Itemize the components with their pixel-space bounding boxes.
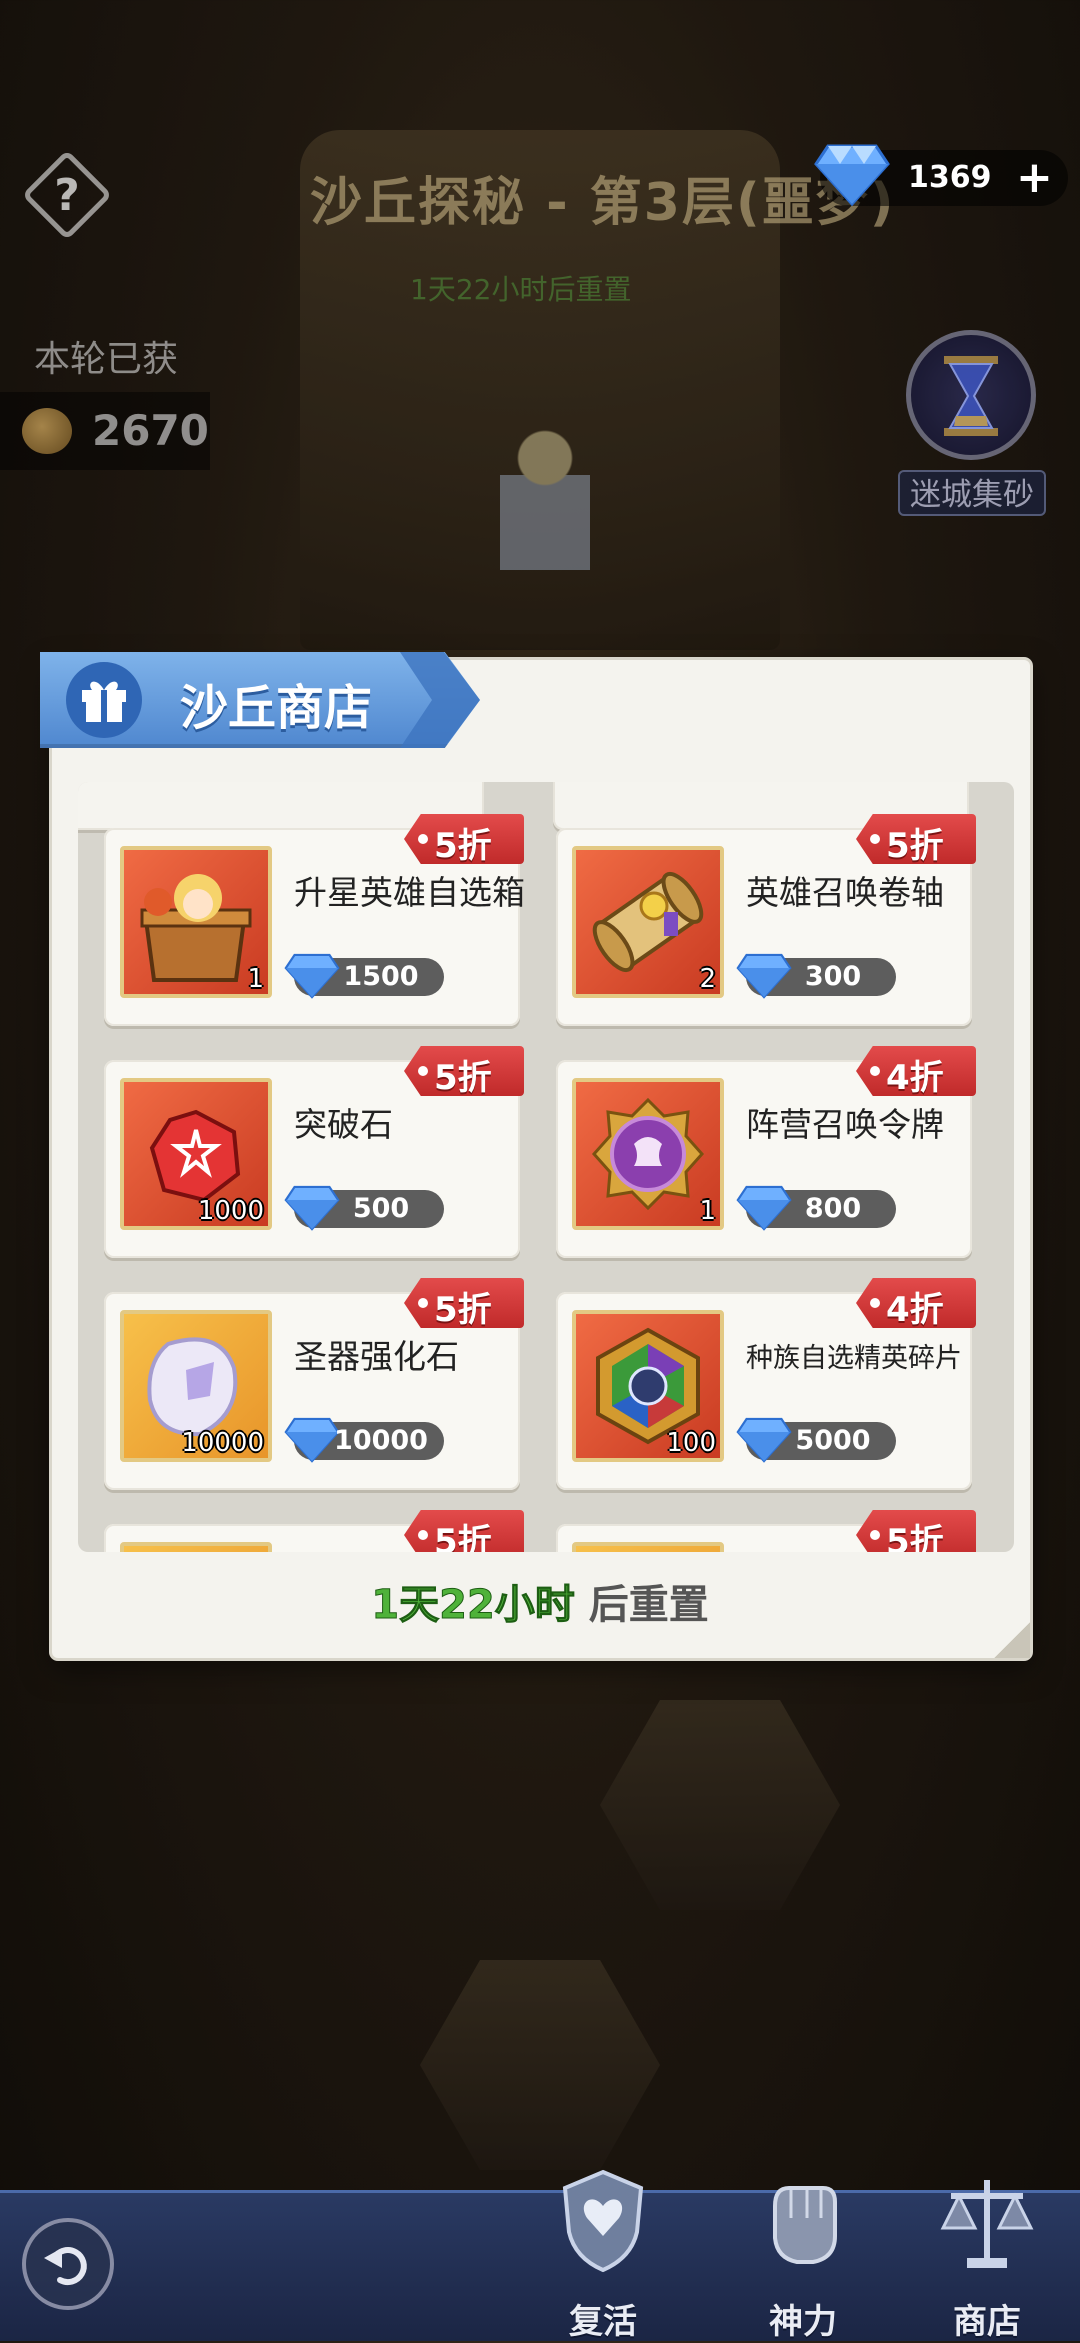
fist-icon <box>753 2166 853 2276</box>
item-quantity: 100 <box>666 1428 716 1458</box>
discount-badge: 4折 <box>856 1278 976 1330</box>
discount-badge: 5折 <box>404 1510 524 1552</box>
coin-icon <box>22 408 72 454</box>
item-quantity: 1000 <box>197 1196 264 1226</box>
discount-text: 4折 <box>886 1290 944 1330</box>
item-thumbnail: 1 <box>572 1078 724 1230</box>
shop-card[interactable]: 100 种族自选精英碎片 5000 4折 <box>556 1278 976 1490</box>
shop-reset-timer: 1天22小时 后重置 <box>0 1572 1080 1630</box>
shop-card[interactable]: 1000 突破石 500 5折 <box>104 1046 524 1258</box>
hero-chest-icon <box>140 874 252 982</box>
tag-hole <box>870 1066 880 1076</box>
nav-revive-label: 复活 <box>569 2302 637 2342</box>
reset-time-value: 1天22小时 <box>371 1582 575 1629</box>
shop-card[interactable]: 10000 圣器强化石 10000 5折 <box>104 1278 524 1490</box>
discount-text: 5折 <box>434 1290 492 1330</box>
discount-badge: 5折 <box>404 1046 524 1098</box>
item-thumbnail: 100 <box>572 1310 724 1462</box>
tag-hole <box>870 834 880 844</box>
help-button[interactable]: ? <box>21 149 113 241</box>
item-quantity: 2 <box>699 964 716 994</box>
add-gems-button[interactable]: + <box>1016 152 1053 203</box>
back-button[interactable] <box>22 2218 114 2310</box>
item-price: 800 <box>804 1193 862 1224</box>
nav-shop[interactable]: 商店 <box>912 2166 1062 2342</box>
tag-hole <box>870 1530 880 1540</box>
gift-icon <box>66 662 142 738</box>
nav-shop-label: 商店 <box>953 2302 1021 2342</box>
question-mark: ? <box>54 169 80 221</box>
back-arrow-icon <box>44 2247 87 2285</box>
item-name: 突破石 <box>294 1105 393 1144</box>
faction-token-icon <box>591 1097 705 1211</box>
buy-price-button[interactable]: 10000 <box>284 1417 444 1463</box>
buy-price-button[interactable]: 300 <box>736 953 896 999</box>
round-coins: 2670 <box>0 392 210 470</box>
discount-text: 5折 <box>434 1058 492 1098</box>
shop-header: 沙丘商店 <box>40 652 480 748</box>
shop-card[interactable]: 2 英雄召唤卷轴 300 5折 <box>556 814 976 1026</box>
item-name: 圣器强化石 <box>294 1337 459 1376</box>
discount-badge: 5折 <box>856 814 976 866</box>
item-price: 500 <box>352 1193 410 1224</box>
tag-hole <box>418 1298 428 1308</box>
scale-icon <box>937 2166 1037 2276</box>
shop-item-grid[interactable]: 1 升星英雄自选箱 1500 5折 2 英雄召唤卷轴 300 5折 1000 突… <box>78 782 1014 1552</box>
item-thumbnail <box>120 1542 272 1552</box>
shop-card[interactable]: 5折 <box>104 1510 524 1552</box>
buy-price-button[interactable]: 1500 <box>284 953 444 999</box>
reset-suffix: 后重置 <box>588 1582 709 1628</box>
nav-power[interactable]: 神力 <box>728 2166 878 2342</box>
item-price: 300 <box>804 961 862 992</box>
item-thumbnail: 1000 <box>120 1078 272 1230</box>
shop-card[interactable]: 5折 <box>556 1510 976 1552</box>
tag-hole <box>418 1530 428 1540</box>
coin-amount: 2670 <box>92 406 209 455</box>
item-price: 10000 <box>334 1425 428 1456</box>
discount-text: 5折 <box>434 1522 492 1552</box>
stage-reset-timer: 1天22小时后重置 <box>410 273 632 306</box>
item-price: 5000 <box>795 1425 871 1456</box>
sand-collection-button[interactable]: 迷城集砂 <box>898 330 1048 520</box>
discount-text: 5折 <box>886 826 944 866</box>
item-price: 1500 <box>343 961 419 992</box>
hourglass-icon <box>944 356 998 436</box>
nav-revive[interactable]: 复活 <box>528 2166 678 2342</box>
buy-price-button[interactable]: 5000 <box>736 1417 896 1463</box>
discount-text: 4折 <box>886 1058 944 1098</box>
discount-badge: 5折 <box>404 814 524 866</box>
item-thumbnail: 2 <box>572 846 724 998</box>
discount-badge: 5折 <box>404 1278 524 1330</box>
item-name: 英雄召唤卷轴 <box>746 873 944 912</box>
discount-text: 5折 <box>434 826 492 866</box>
item-quantity: 1 <box>247 964 264 994</box>
item-quantity: 10000 <box>181 1428 264 1458</box>
item-name: 种族自选精英碎片 <box>746 1343 962 1374</box>
item-thumbnail <box>572 1542 724 1552</box>
gem-balance: 1369 + <box>814 144 1068 207</box>
round-earned-label: 本轮已获 <box>34 339 179 380</box>
tag-hole <box>418 1066 428 1076</box>
item-name: 升星英雄自选箱 <box>294 873 525 912</box>
shop-card[interactable]: 1 升星英雄自选箱 1500 5折 <box>104 814 525 1026</box>
sand-button-label: 迷城集砂 <box>898 470 1046 516</box>
item-name: 阵营召唤令牌 <box>746 1105 944 1144</box>
discount-badge: 5折 <box>856 1510 976 1552</box>
discount-text: 5折 <box>886 1522 944 1552</box>
gem-count: 1369 <box>908 160 992 195</box>
item-quantity: 1 <box>699 1196 716 1226</box>
buy-price-button[interactable]: 500 <box>284 1185 444 1231</box>
buy-price-button[interactable]: 800 <box>736 1185 896 1231</box>
shop-title: 沙丘商店 <box>180 680 373 736</box>
diamond-icon <box>814 144 890 207</box>
item-thumbnail: 10000 <box>120 1310 272 1462</box>
discount-badge: 4折 <box>856 1046 976 1098</box>
tag-hole <box>870 1298 880 1308</box>
shop-card[interactable]: 1 阵营召唤令牌 800 4折 <box>556 1046 976 1258</box>
revive-icon <box>553 2166 653 2276</box>
tag-hole <box>418 834 428 844</box>
item-thumbnail: 1 <box>120 846 272 998</box>
nav-power-label: 神力 <box>769 2302 837 2342</box>
